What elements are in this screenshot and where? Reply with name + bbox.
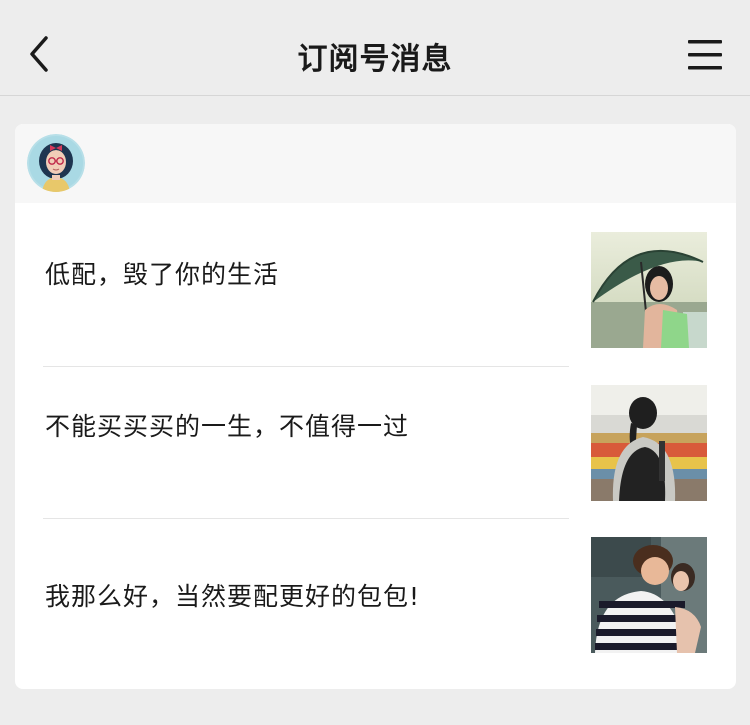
article-thumbnail (591, 232, 707, 348)
girl-with-backpack-photo-icon (591, 385, 707, 501)
article-item[interactable]: 我那么好，当然要配更好的包包! (15, 519, 736, 671)
message-card: 低配，毁了你的生活 不能买买买的一生，不值得一过 我那么好，当然要配更好的包包! (15, 124, 736, 689)
article-item[interactable]: 不能买买买的一生，不值得一过 (15, 367, 736, 519)
article-title: 我那么好，当然要配更好的包包! (45, 582, 421, 611)
article-thumbnail (591, 385, 707, 501)
article-thumbnail (591, 537, 707, 653)
hamburger-menu-icon (688, 40, 722, 70)
nav-bar: 订阅号消息 (0, 0, 750, 96)
couple-hugging-photo-icon (591, 537, 707, 653)
account-header (15, 124, 736, 203)
account-avatar[interactable] (27, 134, 85, 192)
page-title: 订阅号消息 (297, 42, 453, 77)
girl-with-umbrella-photo-icon (591, 232, 707, 348)
cartoon-girl-avatar-icon (27, 134, 85, 192)
article-title: 不能买买买的一生，不值得一过 (45, 412, 410, 441)
article-title: 低配，毁了你的生活 (45, 260, 280, 289)
article-item[interactable]: 低配，毁了你的生活 (15, 203, 736, 355)
menu-button[interactable] (682, 36, 730, 76)
